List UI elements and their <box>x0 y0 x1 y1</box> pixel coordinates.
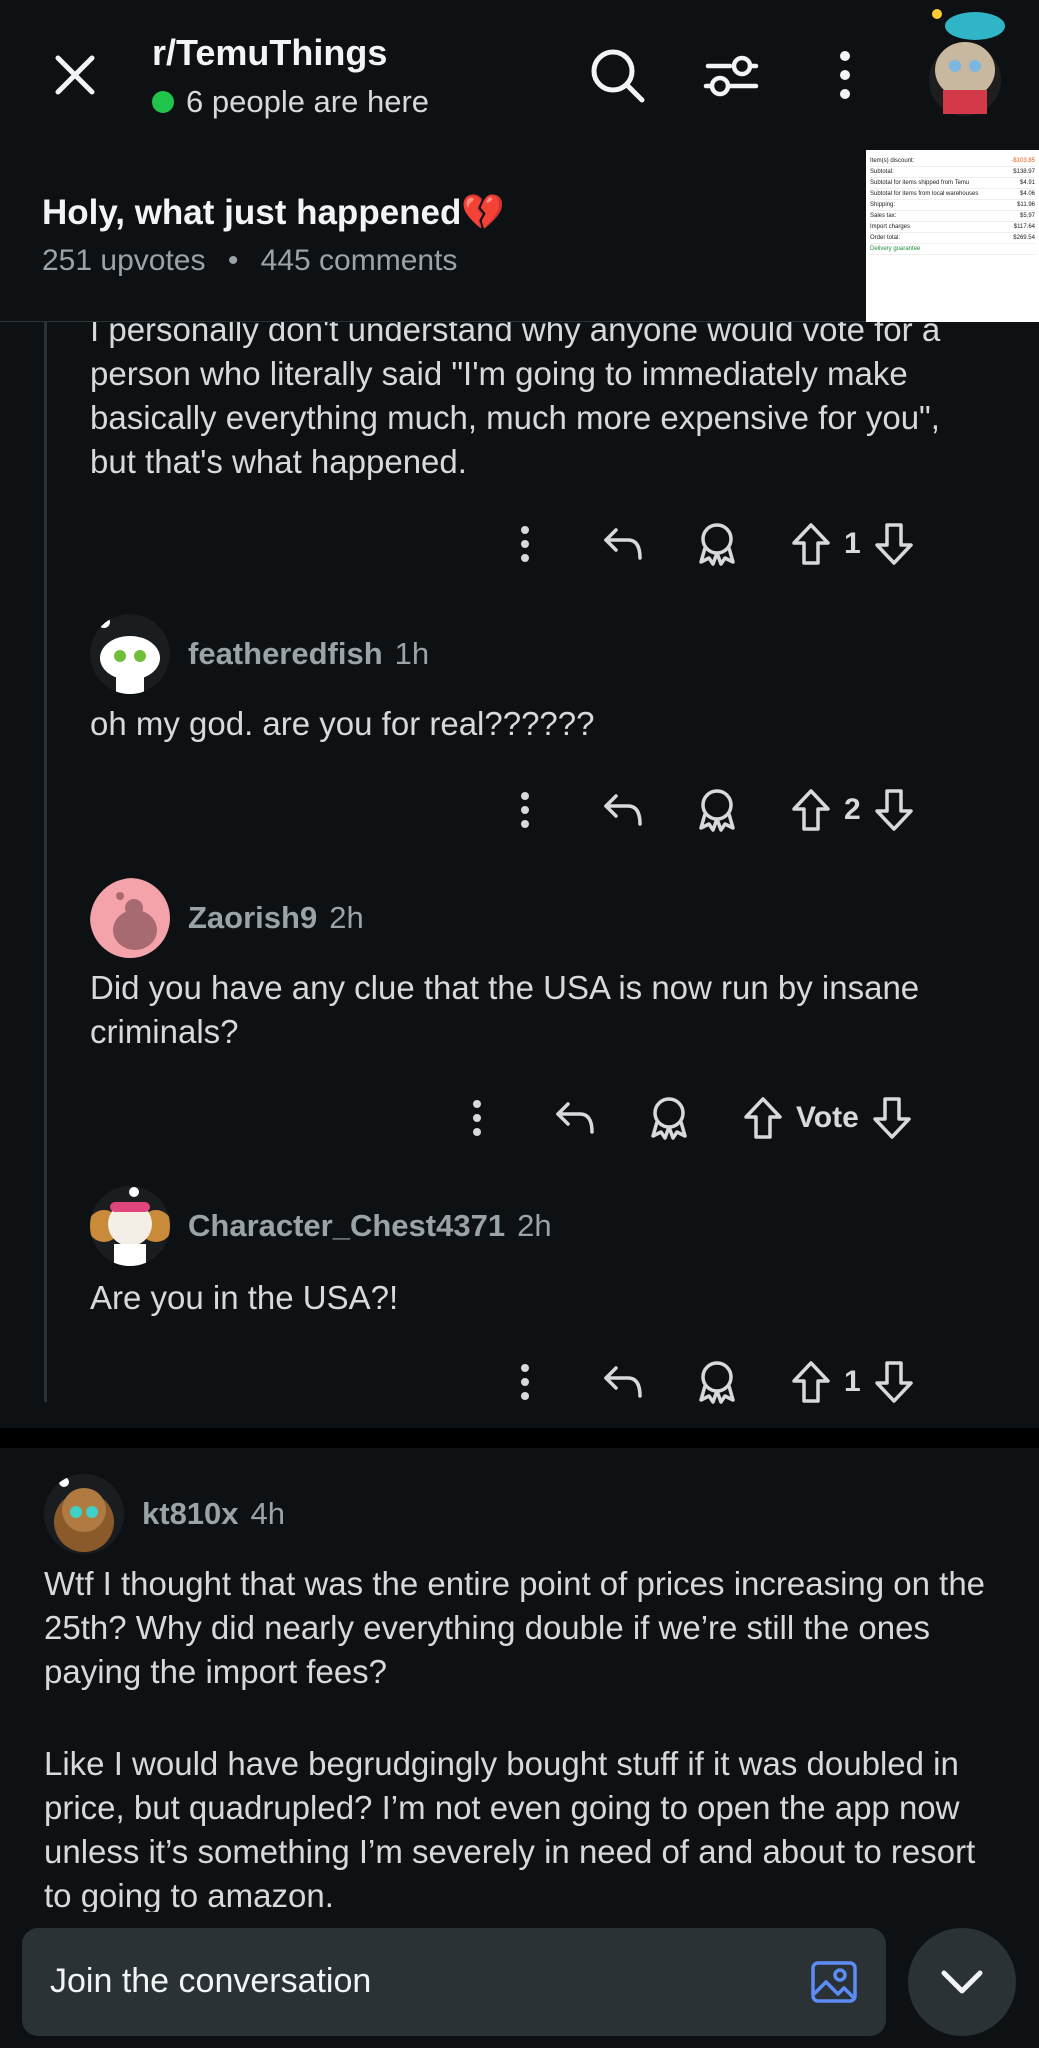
comment-divider <box>0 1428 1039 1448</box>
comment-count: 445 comments <box>260 244 458 277</box>
collapse-chevron-button[interactable] <box>908 1928 1016 2036</box>
award-icon[interactable] <box>692 785 742 835</box>
vote-label: Vote <box>796 1101 859 1134</box>
comment-time: 1h <box>394 636 430 671</box>
thumb-row: Sales tax: $5.97 <box>870 211 1035 222</box>
more-options-icon[interactable] <box>500 519 550 569</box>
reply-icon[interactable] <box>598 1357 648 1407</box>
upvote-icon[interactable] <box>786 519 836 569</box>
avatar[interactable] <box>90 878 170 958</box>
thumb-row: Order total: $269.54 <box>870 233 1035 244</box>
comment-actions: 1 <box>500 514 919 574</box>
post-meta: 251 upvotes • 445 comments <box>42 244 457 278</box>
more-options-icon[interactable] <box>500 1357 550 1407</box>
downvote-icon[interactable] <box>869 1357 919 1407</box>
downvote-icon[interactable] <box>869 785 919 835</box>
thumb-row: Shipping: $11.96 <box>870 200 1035 211</box>
comment-body: Are you in the USA?! <box>90 1279 399 1316</box>
upvote-icon[interactable] <box>786 785 836 835</box>
reply-icon[interactable] <box>550 1093 600 1143</box>
chevron-down-icon <box>941 1970 983 1994</box>
comment-body: Did you have any clue that the USA is no… <box>90 969 920 1050</box>
reply-icon[interactable] <box>598 785 648 835</box>
comment-author-row[interactable]: featheredfish 1h <box>90 614 429 694</box>
thread-line <box>44 322 47 1402</box>
presence-text: 6 people are here <box>186 84 430 119</box>
comment-body: oh my god. are you for real?????? <box>90 705 595 742</box>
thumb-row: Import charges $117.64 <box>870 222 1035 233</box>
upvote-icon[interactable] <box>786 1357 836 1407</box>
vote-count: 1 <box>844 1365 861 1398</box>
vote-count: 1 <box>844 527 861 560</box>
thumb-row: Delivery guarantee <box>870 244 1035 255</box>
comment-time: 2h <box>517 1208 552 1243</box>
post-title[interactable]: Holy, what just happened 💔 <box>42 192 505 233</box>
post-title-text: Holy, what just happened <box>42 192 462 232</box>
downvote-icon[interactable] <box>869 519 919 569</box>
more-options-icon[interactable] <box>452 1093 502 1143</box>
thumb-row: Subtotal: $138.97 <box>870 167 1035 178</box>
award-icon[interactable] <box>692 1357 742 1407</box>
comment-body: Wtf I thought that was the entire point … <box>44 1565 986 1690</box>
comment-time: 4h <box>250 1496 286 1531</box>
more-options-icon[interactable] <box>500 785 550 835</box>
join-conversation-input[interactable]: Join the conversation <box>22 1928 886 2036</box>
award-icon[interactable] <box>644 1093 694 1143</box>
comment-body: I personally don't understand why anyone… <box>90 311 941 480</box>
thumb-row: Item(s) discount: -$103.85 <box>870 156 1035 167</box>
comment-time: 2h <box>329 900 364 935</box>
online-dot-icon <box>152 91 174 113</box>
comment-author-row[interactable]: Zaorish9 2h <box>90 878 364 958</box>
comment-author[interactable]: Zaorish9 <box>188 900 317 936</box>
comment-author-row[interactable]: kt810x 4h <box>44 1474 285 1554</box>
subreddit-name[interactable]: r/TemuThings <box>152 32 387 74</box>
comment-author[interactable]: kt810x <box>142 1496 239 1532</box>
close-icon[interactable] <box>44 44 106 106</box>
more-options-icon[interactable] <box>814 44 876 106</box>
sort-filter-icon[interactable] <box>700 44 762 106</box>
broken-heart-icon: 💔 <box>461 193 505 232</box>
comment-author[interactable]: Character_Chest4371 <box>188 1208 505 1244</box>
avatar[interactable] <box>90 614 170 694</box>
thumb-row: Subtotal for items from local warehouses… <box>870 189 1035 200</box>
presence-indicator: 6 people are here <box>152 84 429 120</box>
downvote-icon[interactable] <box>867 1093 917 1143</box>
avatar[interactable] <box>44 1474 124 1554</box>
comment-author[interactable]: featheredfish <box>188 636 383 672</box>
thumb-row: Subtotal for items shipped from Temu $4.9… <box>870 178 1035 189</box>
user-avatar[interactable] <box>915 6 1025 116</box>
post-header: r/TemuThings 6 people are here Holy, wha… <box>0 0 1039 322</box>
post-thumbnail[interactable]: Item(s) discount: -$103.85 Subtotal: $138.… <box>866 150 1039 322</box>
comment-author-row[interactable]: Character_Chest4371 2h <box>90 1186 552 1266</box>
upvote-count: 251 upvotes <box>42 244 206 277</box>
meta-separator: • <box>227 244 239 277</box>
comment-body: Like I would have begrudgingly bought st… <box>44 1745 976 1914</box>
reply-icon[interactable] <box>598 519 648 569</box>
comment-actions: 1 <box>500 1352 919 1412</box>
upvote-icon[interactable] <box>738 1093 788 1143</box>
avatar[interactable] <box>90 1186 170 1266</box>
vote-count: 2 <box>844 793 861 826</box>
comment-actions: 2 <box>500 780 919 840</box>
image-upload-icon[interactable] <box>810 1958 858 2006</box>
award-icon[interactable] <box>692 519 742 569</box>
composer-placeholder: Join the conversation <box>50 1962 372 2000</box>
search-icon[interactable] <box>586 44 648 106</box>
comment-actions: Vote <box>452 1088 917 1148</box>
